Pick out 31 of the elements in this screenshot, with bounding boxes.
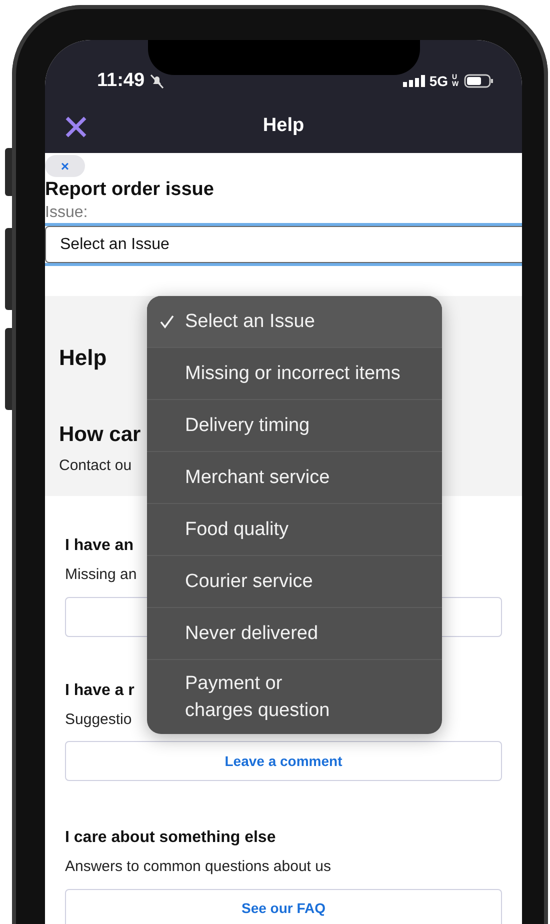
battery-icon bbox=[464, 74, 494, 88]
report-title: Report order issue bbox=[45, 178, 215, 202]
help-text: Contact ou bbox=[59, 456, 132, 476]
network-label: 5G bbox=[429, 72, 448, 90]
status-time: 11:49 bbox=[97, 68, 145, 93]
section-text: Missing an bbox=[65, 565, 137, 585]
section-title: I have an bbox=[65, 536, 134, 556]
section-title: I care about something else bbox=[65, 828, 276, 848]
help-subheading: How car bbox=[59, 422, 141, 448]
close-chip[interactable]: × bbox=[45, 155, 85, 177]
menu-option[interactable]: Missing or incorrect items bbox=[147, 348, 442, 400]
checkmark-icon bbox=[159, 314, 175, 330]
menu-option[interactable]: Food quality bbox=[147, 504, 442, 556]
menu-option[interactable]: Never delivered bbox=[147, 608, 442, 660]
menu-option[interactable]: Merchant service bbox=[147, 452, 442, 504]
menu-option[interactable]: Courier service bbox=[147, 556, 442, 608]
section-button[interactable]: See our FAQ bbox=[65, 888, 502, 924]
page-title: Help bbox=[262, 114, 304, 138]
signal-icon bbox=[403, 75, 426, 87]
section-text: Suggestio bbox=[65, 710, 132, 730]
close-icon[interactable] bbox=[65, 116, 87, 138]
section-title: I have a r bbox=[65, 680, 134, 700]
section-button[interactable]: Leave a comment bbox=[65, 741, 502, 781]
section-text: Answers to common questions about us bbox=[65, 857, 331, 877]
menu-option[interactable]: Delivery timing bbox=[147, 400, 442, 452]
issue-select[interactable]: Select an Issue bbox=[45, 226, 522, 263]
menu-option[interactable]: Select an Issue bbox=[147, 296, 442, 348]
help-heading: Help bbox=[59, 344, 107, 372]
menu-option[interactable]: Payment or charges question bbox=[147, 660, 442, 734]
issue-label: Issue: bbox=[45, 203, 89, 223]
bell-slash-icon bbox=[148, 73, 165, 89]
